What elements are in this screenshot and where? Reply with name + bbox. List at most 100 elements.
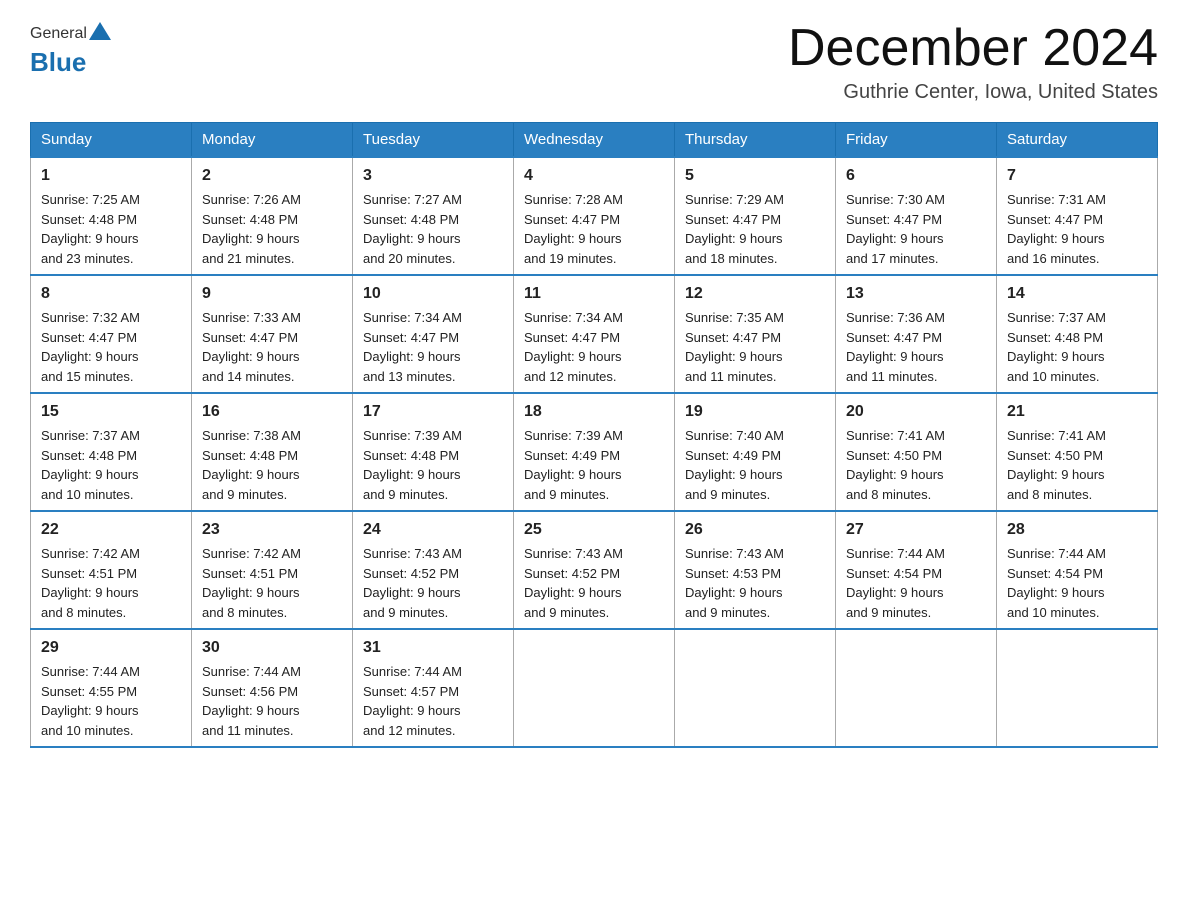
- calendar-cell: 27 Sunrise: 7:44 AM Sunset: 4:54 PM Dayl…: [836, 511, 997, 629]
- day-number: 1: [41, 164, 181, 188]
- daylight-info: Daylight: 9 hoursand 10 minutes.: [41, 701, 181, 740]
- calendar-cell: 26 Sunrise: 7:43 AM Sunset: 4:53 PM Dayl…: [675, 511, 836, 629]
- daylight-info: Daylight: 9 hoursand 10 minutes.: [1007, 583, 1147, 622]
- daylight-info: Daylight: 9 hoursand 9 minutes.: [846, 583, 986, 622]
- day-number: 10: [363, 282, 503, 306]
- sunrise-info: Sunrise: 7:43 AM: [685, 544, 825, 564]
- calendar-cell: 5 Sunrise: 7:29 AM Sunset: 4:47 PM Dayli…: [675, 157, 836, 275]
- logo-triangle-icon: [89, 20, 111, 42]
- sunrise-info: Sunrise: 7:42 AM: [41, 544, 181, 564]
- sunset-info: Sunset: 4:47 PM: [685, 210, 825, 230]
- daylight-info: Daylight: 9 hoursand 9 minutes.: [524, 465, 664, 504]
- sunset-info: Sunset: 4:52 PM: [524, 564, 664, 584]
- title-block: December 2024 Guthrie Center, Iowa, Unit…: [788, 20, 1158, 104]
- calendar-week-row: 15 Sunrise: 7:37 AM Sunset: 4:48 PM Dayl…: [31, 393, 1158, 511]
- sunrise-info: Sunrise: 7:43 AM: [524, 544, 664, 564]
- day-number: 18: [524, 400, 664, 424]
- day-number: 28: [1007, 518, 1147, 542]
- sunset-info: Sunset: 4:54 PM: [846, 564, 986, 584]
- daylight-info: Daylight: 9 hoursand 9 minutes.: [363, 583, 503, 622]
- sunrise-info: Sunrise: 7:43 AM: [363, 544, 503, 564]
- sunrise-info: Sunrise: 7:44 AM: [41, 662, 181, 682]
- col-friday: Friday: [836, 123, 997, 158]
- sunset-info: Sunset: 4:53 PM: [685, 564, 825, 584]
- logo-blue-text: Blue: [30, 47, 86, 77]
- daylight-info: Daylight: 9 hoursand 9 minutes.: [685, 465, 825, 504]
- calendar-cell: 24 Sunrise: 7:43 AM Sunset: 4:52 PM Dayl…: [353, 511, 514, 629]
- calendar-cell: 3 Sunrise: 7:27 AM Sunset: 4:48 PM Dayli…: [353, 157, 514, 275]
- calendar-cell: 15 Sunrise: 7:37 AM Sunset: 4:48 PM Dayl…: [31, 393, 192, 511]
- page-header: General Blue December 2024 Guthrie Cente…: [30, 20, 1158, 104]
- calendar-cell: 14 Sunrise: 7:37 AM Sunset: 4:48 PM Dayl…: [997, 275, 1158, 393]
- calendar-week-row: 29 Sunrise: 7:44 AM Sunset: 4:55 PM Dayl…: [31, 629, 1158, 747]
- col-monday: Monday: [192, 123, 353, 158]
- sunrise-info: Sunrise: 7:44 AM: [363, 662, 503, 682]
- sunset-info: Sunset: 4:48 PM: [363, 446, 503, 466]
- calendar-cell: 31 Sunrise: 7:44 AM Sunset: 4:57 PM Dayl…: [353, 629, 514, 747]
- calendar-cell: [836, 629, 997, 747]
- day-number: 11: [524, 282, 664, 306]
- sunset-info: Sunset: 4:47 PM: [846, 328, 986, 348]
- day-number: 4: [524, 164, 664, 188]
- sunset-info: Sunset: 4:47 PM: [685, 328, 825, 348]
- location-title: Guthrie Center, Iowa, United States: [788, 81, 1158, 104]
- daylight-info: Daylight: 9 hoursand 8 minutes.: [1007, 465, 1147, 504]
- calendar-cell: 30 Sunrise: 7:44 AM Sunset: 4:56 PM Dayl…: [192, 629, 353, 747]
- sunrise-info: Sunrise: 7:33 AM: [202, 308, 342, 328]
- month-title: December 2024: [788, 20, 1158, 77]
- daylight-info: Daylight: 9 hoursand 9 minutes.: [524, 583, 664, 622]
- calendar-cell: 8 Sunrise: 7:32 AM Sunset: 4:47 PM Dayli…: [31, 275, 192, 393]
- calendar-cell: 11 Sunrise: 7:34 AM Sunset: 4:47 PM Dayl…: [514, 275, 675, 393]
- sunset-info: Sunset: 4:54 PM: [1007, 564, 1147, 584]
- sunrise-info: Sunrise: 7:42 AM: [202, 544, 342, 564]
- day-number: 31: [363, 636, 503, 660]
- calendar-cell: 23 Sunrise: 7:42 AM Sunset: 4:51 PM Dayl…: [192, 511, 353, 629]
- sunrise-info: Sunrise: 7:29 AM: [685, 190, 825, 210]
- daylight-info: Daylight: 9 hoursand 10 minutes.: [1007, 347, 1147, 386]
- calendar-cell: [997, 629, 1158, 747]
- daylight-info: Daylight: 9 hoursand 11 minutes.: [846, 347, 986, 386]
- day-number: 3: [363, 164, 503, 188]
- sunrise-info: Sunrise: 7:27 AM: [363, 190, 503, 210]
- calendar-week-row: 8 Sunrise: 7:32 AM Sunset: 4:47 PM Dayli…: [31, 275, 1158, 393]
- sunset-info: Sunset: 4:48 PM: [41, 210, 181, 230]
- calendar-cell: 13 Sunrise: 7:36 AM Sunset: 4:47 PM Dayl…: [836, 275, 997, 393]
- sunset-info: Sunset: 4:56 PM: [202, 682, 342, 702]
- sunset-info: Sunset: 4:49 PM: [524, 446, 664, 466]
- day-number: 25: [524, 518, 664, 542]
- col-tuesday: Tuesday: [353, 123, 514, 158]
- day-number: 20: [846, 400, 986, 424]
- day-number: 6: [846, 164, 986, 188]
- sunset-info: Sunset: 4:48 PM: [41, 446, 181, 466]
- calendar-cell: 9 Sunrise: 7:33 AM Sunset: 4:47 PM Dayli…: [192, 275, 353, 393]
- sunrise-info: Sunrise: 7:44 AM: [846, 544, 986, 564]
- sunset-info: Sunset: 4:49 PM: [685, 446, 825, 466]
- calendar-week-row: 1 Sunrise: 7:25 AM Sunset: 4:48 PM Dayli…: [31, 157, 1158, 275]
- calendar-cell: 7 Sunrise: 7:31 AM Sunset: 4:47 PM Dayli…: [997, 157, 1158, 275]
- calendar-cell: 2 Sunrise: 7:26 AM Sunset: 4:48 PM Dayli…: [192, 157, 353, 275]
- sunrise-info: Sunrise: 7:44 AM: [202, 662, 342, 682]
- calendar-cell: 18 Sunrise: 7:39 AM Sunset: 4:49 PM Dayl…: [514, 393, 675, 511]
- sunrise-info: Sunrise: 7:36 AM: [846, 308, 986, 328]
- sunset-info: Sunset: 4:50 PM: [1007, 446, 1147, 466]
- day-number: 8: [41, 282, 181, 306]
- sunrise-info: Sunrise: 7:30 AM: [846, 190, 986, 210]
- sunrise-info: Sunrise: 7:34 AM: [363, 308, 503, 328]
- calendar-cell: 12 Sunrise: 7:35 AM Sunset: 4:47 PM Dayl…: [675, 275, 836, 393]
- day-number: 13: [846, 282, 986, 306]
- day-number: 26: [685, 518, 825, 542]
- sunrise-info: Sunrise: 7:38 AM: [202, 426, 342, 446]
- sunset-info: Sunset: 4:52 PM: [363, 564, 503, 584]
- daylight-info: Daylight: 9 hoursand 16 minutes.: [1007, 229, 1147, 268]
- sunset-info: Sunset: 4:48 PM: [202, 446, 342, 466]
- daylight-info: Daylight: 9 hoursand 12 minutes.: [363, 701, 503, 740]
- col-wednesday: Wednesday: [514, 123, 675, 158]
- sunset-info: Sunset: 4:47 PM: [524, 210, 664, 230]
- sunrise-info: Sunrise: 7:26 AM: [202, 190, 342, 210]
- daylight-info: Daylight: 9 hoursand 21 minutes.: [202, 229, 342, 268]
- calendar-cell: 4 Sunrise: 7:28 AM Sunset: 4:47 PM Dayli…: [514, 157, 675, 275]
- day-number: 14: [1007, 282, 1147, 306]
- sunrise-info: Sunrise: 7:28 AM: [524, 190, 664, 210]
- calendar-cell: [675, 629, 836, 747]
- sunset-info: Sunset: 4:51 PM: [41, 564, 181, 584]
